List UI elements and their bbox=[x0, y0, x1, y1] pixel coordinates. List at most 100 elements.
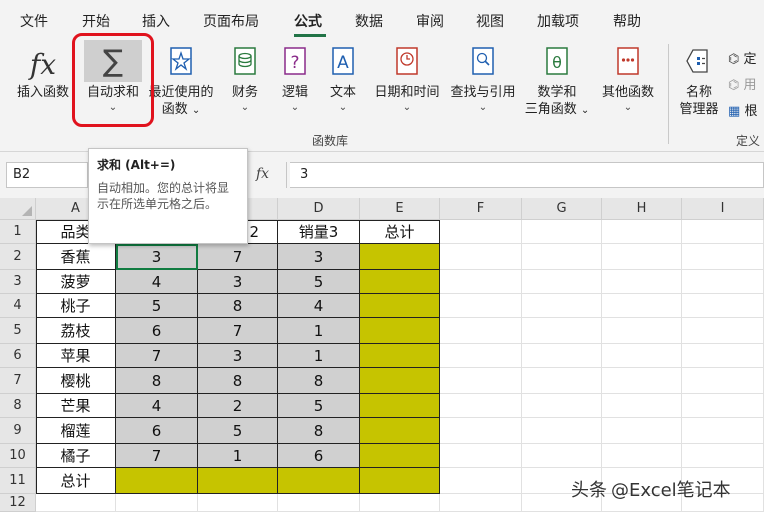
cell-F11[interactable] bbox=[440, 468, 522, 494]
cell-A12[interactable] bbox=[36, 494, 116, 512]
cell-B4[interactable]: 5 bbox=[116, 294, 198, 318]
cell-C4[interactable]: 8 bbox=[198, 294, 278, 318]
cell-D11[interactable] bbox=[278, 468, 360, 494]
cell-C3[interactable]: 3 bbox=[198, 270, 278, 294]
name-manager-button[interactable]: 名称 管理器 bbox=[676, 40, 722, 126]
cell-D12[interactable] bbox=[278, 494, 360, 512]
tab-file[interactable]: 文件 bbox=[20, 11, 48, 31]
cell-B11[interactable] bbox=[116, 468, 198, 494]
cell-B10[interactable]: 7 bbox=[116, 444, 198, 468]
insert-function-button[interactable]: fx 插入函数 bbox=[12, 40, 74, 126]
cell-B12[interactable] bbox=[116, 494, 198, 512]
cell-I5[interactable] bbox=[682, 318, 764, 344]
tab-addins[interactable]: 加载项 bbox=[537, 11, 579, 31]
cell-I1[interactable] bbox=[682, 220, 764, 244]
row-header-10[interactable]: 10 bbox=[0, 444, 36, 468]
recently-used-button[interactable]: 最近使用的 函数 ⌄ bbox=[146, 40, 216, 126]
cell-E12[interactable] bbox=[360, 494, 440, 512]
cell-F6[interactable] bbox=[440, 344, 522, 368]
row-header-11[interactable]: 11 bbox=[0, 468, 36, 494]
cell-I10[interactable] bbox=[682, 444, 764, 468]
cell-D8[interactable]: 5 bbox=[278, 394, 360, 418]
cell-I4[interactable] bbox=[682, 294, 764, 318]
more-functions-button[interactable]: 其他函数 ⌄ bbox=[596, 40, 660, 126]
cell-F8[interactable] bbox=[440, 394, 522, 418]
tab-review[interactable]: 审阅 bbox=[416, 11, 444, 31]
cell-G3[interactable] bbox=[522, 270, 602, 294]
cell-H7[interactable] bbox=[602, 368, 682, 394]
cell-D5[interactable]: 1 bbox=[278, 318, 360, 344]
cell-G10[interactable] bbox=[522, 444, 602, 468]
cell-H8[interactable] bbox=[602, 394, 682, 418]
cell-B3[interactable]: 4 bbox=[116, 270, 198, 294]
name-box[interactable]: B2 bbox=[6, 162, 88, 188]
row-header-6[interactable]: 6 bbox=[0, 344, 36, 368]
row-header-3[interactable]: 3 bbox=[0, 270, 36, 294]
cell-I2[interactable] bbox=[682, 244, 764, 270]
cell-G2[interactable] bbox=[522, 244, 602, 270]
cell-C12[interactable] bbox=[198, 494, 278, 512]
cell-G8[interactable] bbox=[522, 394, 602, 418]
cell-C5[interactable]: 7 bbox=[198, 318, 278, 344]
row-header-8[interactable]: 8 bbox=[0, 394, 36, 418]
cell-H3[interactable] bbox=[602, 270, 682, 294]
cell-E7[interactable] bbox=[360, 368, 440, 394]
cell-D1[interactable]: 销量3 bbox=[278, 220, 360, 244]
lookup-button[interactable]: 查找与引用 ⌄ bbox=[446, 40, 520, 126]
cell-E10[interactable] bbox=[360, 444, 440, 468]
column-header-I[interactable]: I bbox=[682, 198, 764, 220]
cell-E5[interactable] bbox=[360, 318, 440, 344]
cell-F2[interactable] bbox=[440, 244, 522, 270]
cell-A8[interactable]: 芒果 bbox=[36, 394, 116, 418]
cell-B8[interactable]: 4 bbox=[116, 394, 198, 418]
cell-D4[interactable]: 4 bbox=[278, 294, 360, 318]
cell-D6[interactable]: 1 bbox=[278, 344, 360, 368]
cell-C8[interactable]: 2 bbox=[198, 394, 278, 418]
cell-E1[interactable]: 总计 bbox=[360, 220, 440, 244]
row-header-5[interactable]: 5 bbox=[0, 318, 36, 344]
cell-C6[interactable]: 3 bbox=[198, 344, 278, 368]
tab-view[interactable]: 视图 bbox=[476, 11, 504, 31]
cell-G4[interactable] bbox=[522, 294, 602, 318]
cell-A3[interactable]: 菠萝 bbox=[36, 270, 116, 294]
cell-A4[interactable]: 桃子 bbox=[36, 294, 116, 318]
cell-E2[interactable] bbox=[360, 244, 440, 270]
tab-help[interactable]: 帮助 bbox=[613, 11, 641, 31]
cell-E4[interactable] bbox=[360, 294, 440, 318]
cell-H4[interactable] bbox=[602, 294, 682, 318]
cell-C9[interactable]: 5 bbox=[198, 418, 278, 444]
cell-F4[interactable] bbox=[440, 294, 522, 318]
cell-B7[interactable]: 8 bbox=[116, 368, 198, 394]
cell-E3[interactable] bbox=[360, 270, 440, 294]
cell-F7[interactable] bbox=[440, 368, 522, 394]
row-header-9[interactable]: 9 bbox=[0, 418, 36, 444]
cell-G5[interactable] bbox=[522, 318, 602, 344]
cell-C11[interactable] bbox=[198, 468, 278, 494]
cell-A6[interactable]: 苹果 bbox=[36, 344, 116, 368]
cell-I3[interactable] bbox=[682, 270, 764, 294]
cell-A2[interactable]: 香蕉 bbox=[36, 244, 116, 270]
cell-D9[interactable]: 8 bbox=[278, 418, 360, 444]
create-from-selection-button[interactable]: ▦ 根 bbox=[728, 100, 757, 119]
tab-home[interactable]: 开始 bbox=[82, 11, 110, 31]
formula-input[interactable]: 3 bbox=[290, 162, 764, 188]
cell-B9[interactable]: 6 bbox=[116, 418, 198, 444]
cell-G9[interactable] bbox=[522, 418, 602, 444]
cell-G1[interactable] bbox=[522, 220, 602, 244]
cell-A10[interactable]: 橘子 bbox=[36, 444, 116, 468]
cell-A5[interactable]: 荔枝 bbox=[36, 318, 116, 344]
cell-F5[interactable] bbox=[440, 318, 522, 344]
cell-F10[interactable] bbox=[440, 444, 522, 468]
cell-I6[interactable] bbox=[682, 344, 764, 368]
column-header-D[interactable]: D bbox=[278, 198, 360, 220]
cell-E9[interactable] bbox=[360, 418, 440, 444]
cell-F1[interactable] bbox=[440, 220, 522, 244]
row-header-12[interactable]: 12 bbox=[0, 494, 36, 512]
cell-G7[interactable] bbox=[522, 368, 602, 394]
cell-G6[interactable] bbox=[522, 344, 602, 368]
financial-button[interactable]: 财务 ⌄ bbox=[222, 40, 268, 126]
row-header-4[interactable]: 4 bbox=[0, 294, 36, 318]
cell-C10[interactable]: 1 bbox=[198, 444, 278, 468]
row-header-2[interactable]: 2 bbox=[0, 244, 36, 270]
tab-formulas[interactable]: 公式 bbox=[294, 11, 322, 31]
